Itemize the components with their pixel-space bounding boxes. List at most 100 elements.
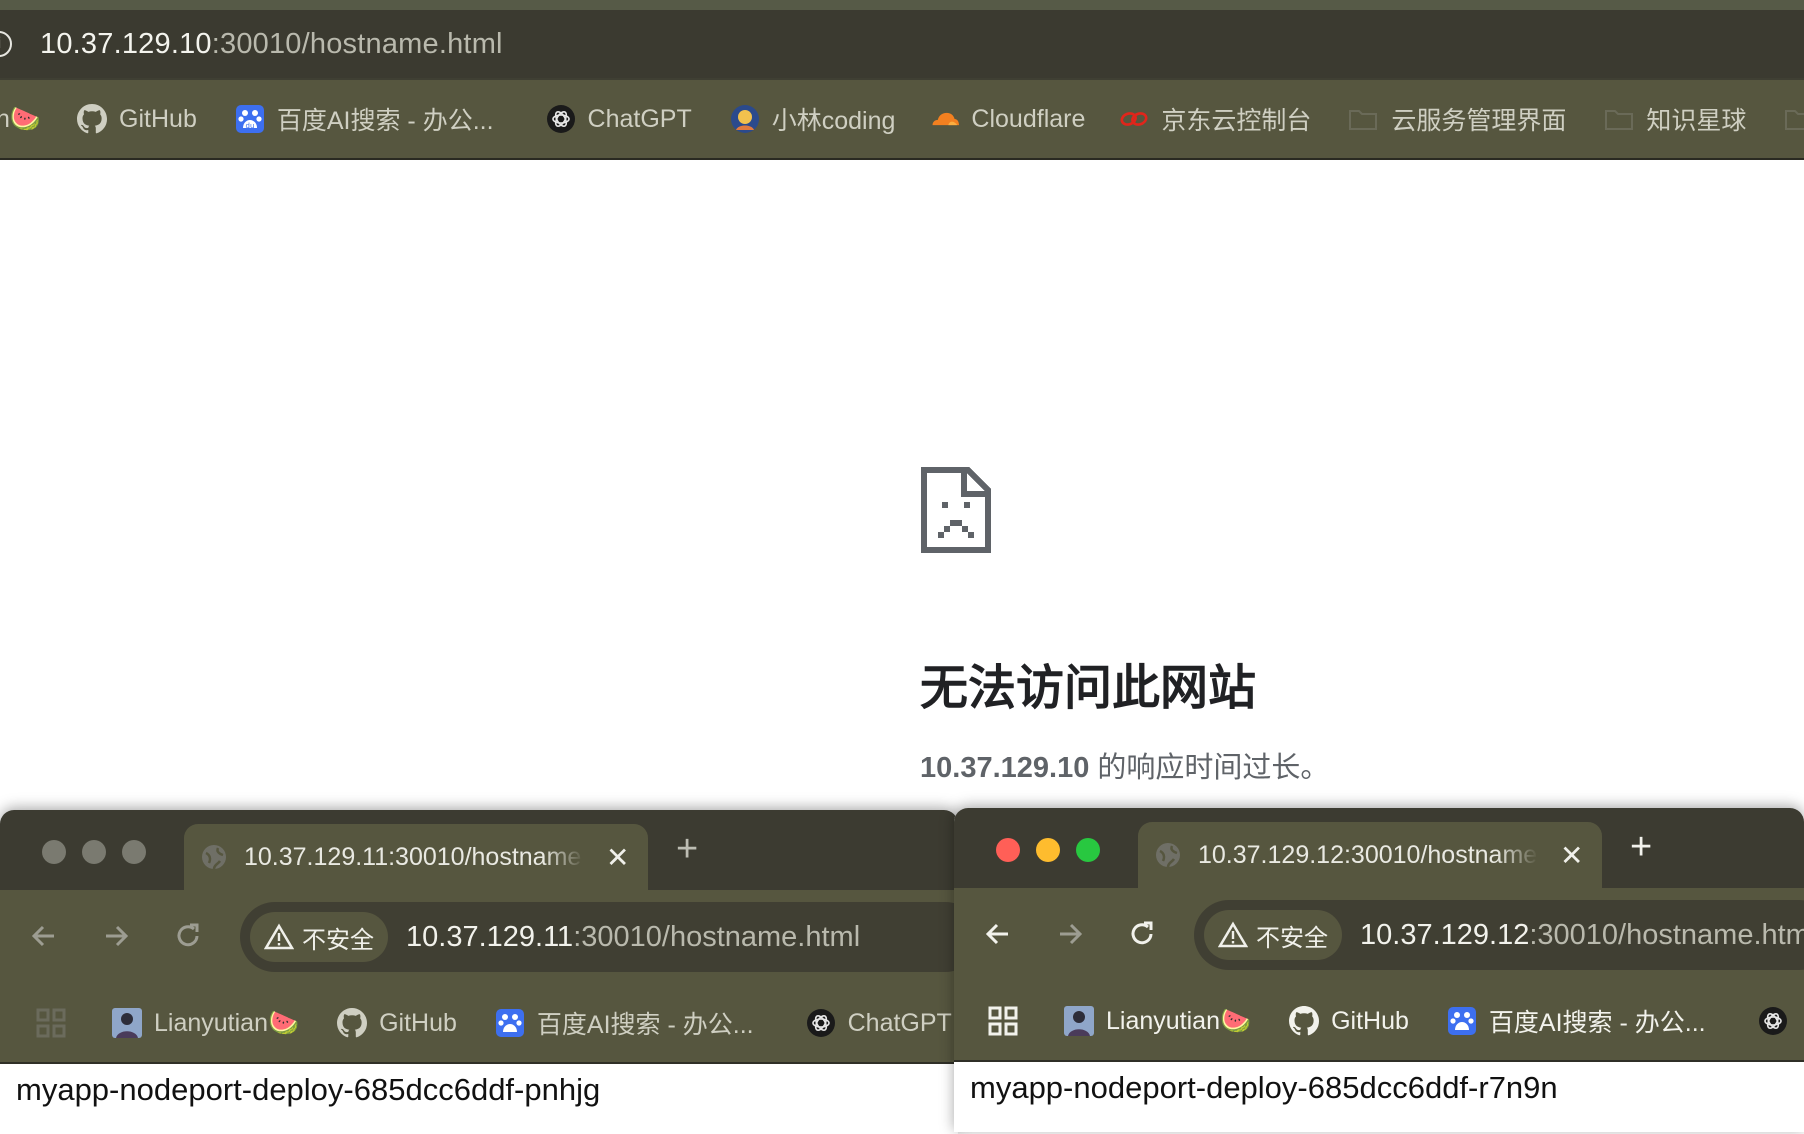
url-host: 10.37.129.11 bbox=[406, 920, 574, 953]
url-path: :30010/hostname.html bbox=[211, 27, 503, 60]
bookmark-baidu[interactable]: 百度AI搜索 - 办公... bbox=[1447, 1003, 1706, 1039]
error-suffix: 的响应时间过长。 bbox=[1089, 752, 1330, 784]
bookmark-label: Cloudflare bbox=[971, 104, 1086, 133]
main-bookmarks-bar: n🍉 GitHub du 百度AI搜索 - 办公... ChatGPT 小林co… bbox=[0, 80, 1804, 158]
hostname-text: myapp-nodeport-deploy-685dcc6ddf-r7n9n bbox=[970, 1070, 1558, 1105]
forward-arrow-icon[interactable] bbox=[1054, 918, 1086, 950]
address-bar[interactable]: 不安全 10.37.129.12:30010/hostname.html bbox=[1194, 900, 1804, 970]
security-chip[interactable]: 不安全 bbox=[1204, 910, 1342, 960]
bookmark-folder[interactable]: 云服务管理界面 bbox=[1347, 101, 1566, 137]
security-label: 不安全 bbox=[302, 926, 374, 954]
minimize-window-button[interactable] bbox=[82, 840, 106, 864]
url-host: 10.37.129.10 bbox=[40, 27, 212, 60]
bookmark-label: ChatGPT bbox=[847, 1008, 952, 1037]
bookmark-folder[interactable] bbox=[1784, 104, 1804, 134]
reload-icon[interactable] bbox=[1126, 918, 1158, 950]
bookmark-chatgpt[interactable]: ChatGPT bbox=[546, 104, 692, 134]
url-text: 10.37.129.11:30010/hostname.html bbox=[406, 921, 860, 954]
bookmarks-bar: Lianyutian🍉 GitHub 百度AI搜索 - 办公... ChatGP… bbox=[0, 984, 958, 1064]
bookmark-github[interactable]: GitHub bbox=[337, 1008, 457, 1038]
openai-icon bbox=[1758, 1006, 1788, 1036]
new-tab-button[interactable]: + bbox=[676, 828, 698, 871]
apps-grid-icon[interactable] bbox=[988, 1006, 1018, 1036]
security-chip[interactable]: 不安全 bbox=[250, 912, 388, 962]
bookmark-baidu[interactable]: 百度AI搜索 - 办公... bbox=[495, 1005, 754, 1041]
bookmark-label: 小林coding bbox=[771, 107, 896, 135]
bookmark-baidu[interactable]: du 百度AI搜索 - 办公... bbox=[235, 101, 494, 137]
info-icon[interactable]: i bbox=[0, 31, 12, 57]
main-browser-chrome: i 10.37.129.10:30010/hostname.html n🍉 Gi… bbox=[0, 0, 1804, 160]
forward-arrow-icon[interactable] bbox=[100, 920, 132, 952]
openai-icon bbox=[806, 1008, 836, 1038]
window-controls bbox=[996, 838, 1116, 862]
sad-document-icon bbox=[920, 466, 992, 554]
bookmark-folder[interactable]: 知识星球 bbox=[1604, 101, 1746, 137]
window-controls bbox=[42, 840, 162, 864]
warning-icon bbox=[264, 923, 294, 950]
close-tab-icon[interactable]: ✕ bbox=[1560, 839, 1583, 872]
bookmark-label: GitHub bbox=[119, 104, 197, 133]
warning-icon bbox=[1218, 921, 1248, 948]
tab-strip: 10.37.129.11:30010/hostname.html ✕ + bbox=[0, 810, 958, 890]
baidu-icon bbox=[1447, 1006, 1477, 1036]
minimize-window-button[interactable] bbox=[1036, 838, 1060, 862]
back-arrow-icon[interactable] bbox=[982, 918, 1014, 950]
bookmark-cloudflare[interactable]: Cloudflare bbox=[929, 104, 1085, 134]
xiaolin-icon bbox=[730, 104, 760, 134]
main-url-text[interactable]: 10.37.129.10:30010/hostname.html bbox=[40, 28, 503, 61]
bookmark-github[interactable]: GitHub bbox=[1289, 1006, 1409, 1036]
main-address-bar[interactable]: i 10.37.129.10:30010/hostname.html bbox=[0, 10, 1804, 78]
bookmark-label: 知识星球 bbox=[1646, 107, 1747, 135]
window-top-strip bbox=[0, 0, 1804, 10]
bookmark-label: ChatGPT bbox=[587, 104, 692, 133]
error-title: 无法访问此网站 bbox=[920, 662, 1257, 715]
bookmark-lianyutian[interactable]: Lianyutian🍉 bbox=[112, 1008, 299, 1038]
baidu-icon: du bbox=[235, 104, 265, 134]
github-icon bbox=[337, 1008, 368, 1038]
bookmark-xiaolin[interactable]: 小林coding bbox=[730, 101, 896, 137]
toolbar-divider bbox=[0, 158, 1804, 160]
avatar-icon bbox=[112, 1008, 142, 1038]
bookmark-label: GitHub bbox=[379, 1008, 457, 1037]
url-text: 10.37.129.12:30010/hostname.html bbox=[1360, 919, 1804, 952]
globe-icon bbox=[1156, 843, 1180, 868]
baidu-icon bbox=[495, 1008, 525, 1038]
bookmark-label: 百度AI搜索 - 办公... bbox=[536, 1011, 754, 1039]
new-tab-button[interactable]: + bbox=[1630, 826, 1652, 869]
close-window-button[interactable] bbox=[996, 838, 1020, 862]
address-bar[interactable]: 不安全 10.37.129.11:30010/hostname.html bbox=[240, 902, 958, 972]
url-path: :30010/hostname.html bbox=[1529, 918, 1804, 951]
browser-window-b: 10.37.129.12:30010/hostname.html ✕ + 不安全… bbox=[954, 808, 1804, 1132]
bookmark-label: Lianyutian🍉 bbox=[1106, 1006, 1252, 1035]
folder-icon bbox=[1347, 104, 1379, 134]
bookmark-chatgpt[interactable] bbox=[1758, 1006, 1800, 1036]
tab-title: 10.37.129.11:30010/hostname.html bbox=[244, 842, 584, 871]
svg-text:du: du bbox=[245, 122, 254, 130]
tab-active[interactable]: 10.37.129.12:30010/hostname.html ✕ bbox=[1138, 822, 1602, 888]
bookmark-item[interactable]: n🍉 bbox=[0, 105, 41, 134]
reload-icon[interactable] bbox=[172, 920, 204, 952]
browser-window-a: 10.37.129.11:30010/hostname.html ✕ + 不安全… bbox=[0, 810, 958, 1134]
bookmark-label: 京东云控制台 bbox=[1161, 107, 1312, 135]
bookmark-jdcloud[interactable]: 京东云控制台 bbox=[1119, 101, 1311, 137]
bookmark-label: GitHub bbox=[1331, 1006, 1409, 1035]
bookmark-chatgpt[interactable]: ChatGPT bbox=[806, 1008, 952, 1038]
url-path: :30010/hostname.html bbox=[573, 920, 861, 953]
tab-active[interactable]: 10.37.129.11:30010/hostname.html ✕ bbox=[184, 824, 648, 890]
apps-grid-icon[interactable] bbox=[36, 1008, 66, 1038]
tab-title: 10.37.129.12:30010/hostname.html bbox=[1198, 840, 1538, 869]
bookmark-github[interactable]: GitHub bbox=[77, 104, 197, 134]
folder-icon bbox=[1604, 104, 1634, 134]
bookmark-label: Lianyutian🍉 bbox=[154, 1008, 300, 1037]
tab-strip: 10.37.129.12:30010/hostname.html ✕ + bbox=[954, 808, 1804, 888]
bookmark-label: n🍉 bbox=[0, 104, 42, 133]
bookmark-lianyutian[interactable]: Lianyutian🍉 bbox=[1064, 1006, 1251, 1036]
error-message: 10.37.129.10 的响应时间过长。 bbox=[920, 744, 1329, 786]
zoom-window-button[interactable] bbox=[1076, 838, 1100, 862]
zoom-window-button[interactable] bbox=[122, 840, 146, 864]
hostname-text: myapp-nodeport-deploy-685dcc6ddf-pnhjg bbox=[16, 1072, 601, 1107]
close-window-button[interactable] bbox=[42, 840, 66, 864]
back-arrow-icon[interactable] bbox=[28, 920, 60, 952]
cloudflare-icon bbox=[929, 104, 960, 134]
close-tab-icon[interactable]: ✕ bbox=[606, 841, 629, 874]
